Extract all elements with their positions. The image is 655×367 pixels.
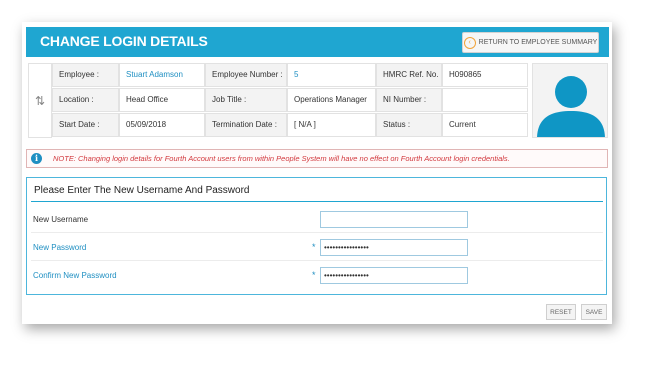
avatar: [532, 63, 608, 138]
note-text: NOTE: Changing login details for Fourth …: [53, 154, 510, 163]
confirm-password-input[interactable]: [320, 267, 468, 284]
page-title: CHANGE LOGIN DETAILS: [40, 33, 208, 49]
required-marker: *: [312, 270, 316, 280]
new-password-input[interactable]: [320, 239, 468, 256]
location-label: Location :: [52, 88, 119, 112]
page-header: CHANGE LOGIN DETAILS ‹ RETURN TO EMPLOYE…: [26, 27, 609, 57]
username-label: New Username: [33, 215, 89, 224]
start-date-label: Start Date :: [52, 113, 119, 137]
employee-number-label: Employee Number :: [205, 63, 287, 87]
return-to-employee-summary-button[interactable]: ‹ RETURN TO EMPLOYEE SUMMARY: [462, 32, 599, 53]
new-username-input[interactable]: [320, 211, 468, 228]
confirm-password-row: Confirm New Password *: [31, 262, 603, 289]
hmrc-label: HMRC Ref. No. :: [376, 63, 442, 87]
login-form: Please Enter The New Username And Passwo…: [26, 177, 607, 295]
employee-number-value: 5: [287, 63, 376, 87]
user-silhouette-icon: [537, 76, 605, 137]
warning-note: i NOTE: Changing login details for Fourt…: [26, 149, 608, 168]
employee-label: Employee :: [52, 63, 119, 87]
employee-summary: ⇅ Employee : Stuart Adamson Employee Num…: [28, 63, 608, 138]
return-button-label: RETURN TO EMPLOYEE SUMMARY: [478, 39, 598, 46]
ni-number-label: NI Number :: [376, 88, 442, 112]
status-label: Status :: [376, 113, 442, 137]
password-label: New Password: [33, 243, 87, 252]
hmrc-value: H090865: [442, 63, 528, 87]
form-title: Please Enter The New Username And Passwo…: [31, 182, 603, 202]
change-login-panel: CHANGE LOGIN DETAILS ‹ RETURN TO EMPLOYE…: [22, 22, 612, 324]
reset-button[interactable]: RESET: [546, 304, 576, 320]
status-value: Current: [442, 113, 528, 137]
info-icon: i: [27, 150, 46, 167]
termination-date-value: [ N/A ]: [287, 113, 376, 137]
sort-arrows-icon[interactable]: ⇅: [28, 63, 52, 138]
username-row: New Username: [31, 206, 603, 233]
password-row: New Password *: [31, 234, 603, 261]
job-title-label: Job Title :: [205, 88, 287, 112]
employee-name[interactable]: Stuart Adamson: [119, 63, 205, 87]
chevron-left-circle-icon: ‹: [463, 36, 476, 49]
location-value: Head Office: [119, 88, 205, 112]
job-title-value: Operations Manager: [287, 88, 376, 112]
confirm-password-label: Confirm New Password: [33, 271, 117, 280]
start-date-value: 05/09/2018: [119, 113, 205, 137]
required-marker: *: [312, 242, 316, 252]
ni-number-value: [442, 88, 528, 112]
termination-date-label: Termination Date :: [205, 113, 287, 137]
save-button[interactable]: SAVE: [581, 304, 607, 320]
